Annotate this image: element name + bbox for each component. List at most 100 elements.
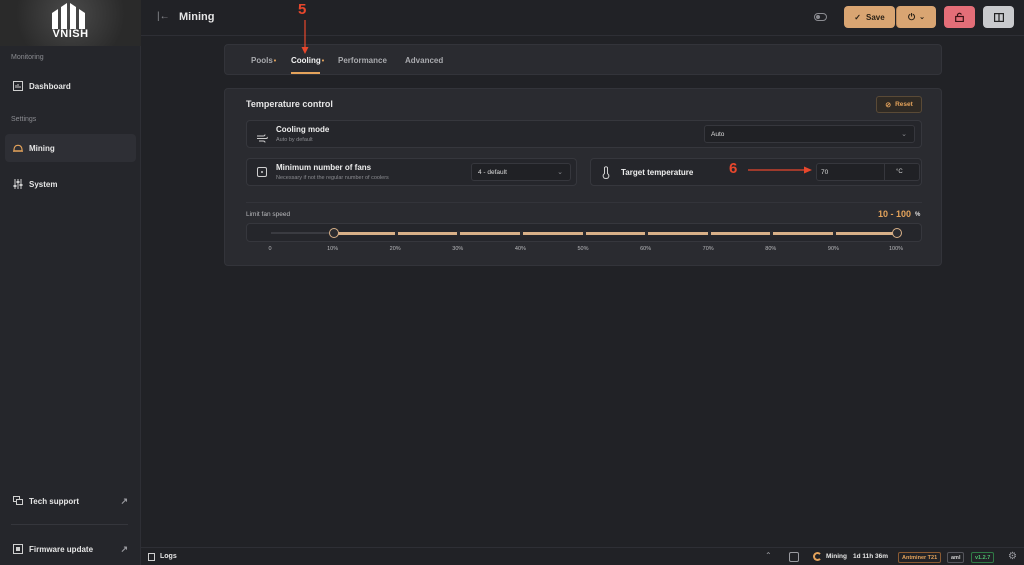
- tab-advanced[interactable]: Advanced: [405, 56, 443, 65]
- sidebar: VNISH Monitoring Dashboard Settings Mini…: [0, 0, 141, 565]
- cooling-mode-row: Cooling mode Auto by default Auto ⌄: [246, 120, 922, 148]
- slider-tick-label: 80%: [765, 246, 777, 252]
- sidebar-item-dashboard[interactable]: Dashboard: [5, 72, 136, 100]
- check-icon: ✓: [854, 12, 861, 22]
- unlock-icon: [955, 12, 964, 22]
- logs-button[interactable]: Logs: [160, 553, 177, 560]
- version-badge: v1.2.7: [971, 552, 995, 563]
- select-value: Auto: [711, 130, 725, 138]
- section-divider: [246, 202, 922, 203]
- sidebar-item-firmware-update[interactable]: Firmware update ↗: [13, 544, 128, 554]
- annotation-step-6: 6: [729, 160, 738, 177]
- dashboard-icon: [13, 81, 23, 91]
- top-bar: |← Mining ✓ Save ⏻ ⌄: [141, 0, 1024, 36]
- tab-pools[interactable]: Pools•: [251, 56, 276, 65]
- unit-label: °C: [896, 169, 903, 175]
- chevron-up-icon[interactable]: ⌃: [765, 551, 772, 560]
- modified-dot: •: [273, 58, 277, 65]
- logs-icon: [148, 553, 155, 561]
- slider-tick-label: 10%: [327, 246, 339, 252]
- cooling-mode-hint: Auto by default: [276, 137, 313, 143]
- min-fans-select[interactable]: 4 - default ⌄: [471, 163, 571, 181]
- slider-tick-label: 100%: [888, 246, 904, 252]
- slider-tick-mark: [707, 231, 711, 235]
- sidebar-item-tech-support[interactable]: Tech support ↗: [13, 496, 128, 506]
- unlock-button[interactable]: [944, 6, 975, 28]
- slider-track-active: [333, 231, 897, 235]
- fan-speed-slider[interactable]: [246, 223, 922, 242]
- sidebar-divider: [11, 524, 128, 525]
- sidebar-item-label: Firmware update: [29, 544, 94, 554]
- target-temperature-input[interactable]: 70 °C: [816, 163, 920, 181]
- reset-button[interactable]: ⊘ Reset: [876, 96, 922, 113]
- screenshot-icon[interactable]: [789, 552, 799, 562]
- save-label: Save: [866, 12, 885, 22]
- external-link-icon: ↗: [120, 543, 128, 554]
- settings-gear-icon[interactable]: ⚙: [1008, 551, 1017, 562]
- slider-tick-mark: [519, 231, 523, 235]
- fan-speed-range-unit: %: [915, 212, 921, 218]
- panel-title: Temperature control: [246, 99, 333, 109]
- active-tab-underline: [291, 72, 320, 74]
- theme-toggle-icon[interactable]: [814, 13, 827, 21]
- reset-icon: ⊘: [885, 101, 892, 109]
- slider-tick-label: 0: [268, 246, 272, 252]
- mining-spinner-icon: [813, 552, 822, 561]
- cooling-mode-label: Cooling mode: [276, 125, 330, 134]
- panel-icon: [993, 12, 1004, 22]
- fan-wind-icon: [257, 130, 268, 148]
- slider-tick-mark: [770, 231, 774, 235]
- sidebar-item-label: Dashboard: [29, 81, 71, 91]
- chat-icon: [13, 496, 23, 506]
- slider-tick-label: 30%: [452, 246, 464, 252]
- status-uptime: 1d 11h 36m: [853, 553, 889, 560]
- thermometer-icon: [602, 166, 610, 184]
- cooling-mode-select[interactable]: Auto ⌄: [704, 125, 915, 143]
- fan-speed-range-value: 10 - 100: [878, 209, 912, 219]
- logo-text: VNISH: [52, 28, 89, 40]
- toggle-panel-button[interactable]: [983, 6, 1014, 28]
- min-fans-label: Minimum number of fans: [276, 163, 372, 172]
- vnish-logo-icon: [52, 3, 85, 29]
- slider-tick-mark: [582, 231, 586, 235]
- chevron-down-icon: ⌄: [557, 169, 563, 176]
- select-value: 4 - default: [478, 168, 507, 176]
- reset-label: Reset: [895, 101, 913, 108]
- tab-cooling[interactable]: Cooling•: [291, 56, 324, 65]
- temperature-control-panel: Temperature control ⊘ Reset Cooling mode…: [224, 88, 942, 266]
- sidebar-item-system[interactable]: System: [5, 170, 136, 198]
- chevron-down-icon: ⌄: [901, 131, 907, 138]
- annotation-step-5: 5: [298, 1, 307, 18]
- target-temperature-label: Target temperature: [621, 168, 694, 177]
- fan-speed-label: Limit fan speed: [246, 211, 291, 218]
- power-icon: ⏻: [908, 11, 916, 22]
- section-settings: Settings: [11, 116, 37, 123]
- slider-tick-mark: [645, 231, 649, 235]
- collapse-sidebar-icon[interactable]: |←: [157, 11, 170, 22]
- slider-tick-label: 40%: [514, 246, 526, 252]
- sidebar-item-mining[interactable]: Mining: [5, 134, 136, 162]
- slider-tick-mark: [832, 231, 836, 235]
- min-fans-row: Minimum number of fans Necessary if not …: [246, 158, 577, 186]
- modified-dot: •: [321, 58, 325, 65]
- tab-performance[interactable]: Performance: [338, 56, 387, 65]
- sidebar-item-label: System: [29, 179, 58, 189]
- sidebar-item-label: Tech support: [29, 496, 80, 506]
- annotation-arrow-right-icon: [748, 166, 812, 174]
- fw-type-badge: aml: [947, 552, 965, 563]
- slider-tick-label: 20%: [389, 246, 401, 252]
- slider-tick-mark: [457, 231, 461, 235]
- save-button[interactable]: ✓ Save: [844, 6, 895, 28]
- logo[interactable]: VNISH: [0, 0, 141, 46]
- section-monitoring: Monitoring: [11, 54, 44, 61]
- input-value: 70: [821, 169, 829, 176]
- sidebar-item-label: Mining: [29, 143, 55, 153]
- slider-thumb-min[interactable]: [328, 228, 339, 238]
- slider-thumb-max[interactable]: [892, 228, 902, 238]
- page-title: Mining: [179, 11, 215, 23]
- chevron-down-icon: ⌄: [919, 14, 925, 21]
- tab-label: Pools: [251, 56, 273, 65]
- fan-box-icon: [257, 167, 267, 177]
- slider-tick-label: 70%: [702, 246, 714, 252]
- restart-dropdown-button[interactable]: ⏻ ⌄: [896, 6, 936, 28]
